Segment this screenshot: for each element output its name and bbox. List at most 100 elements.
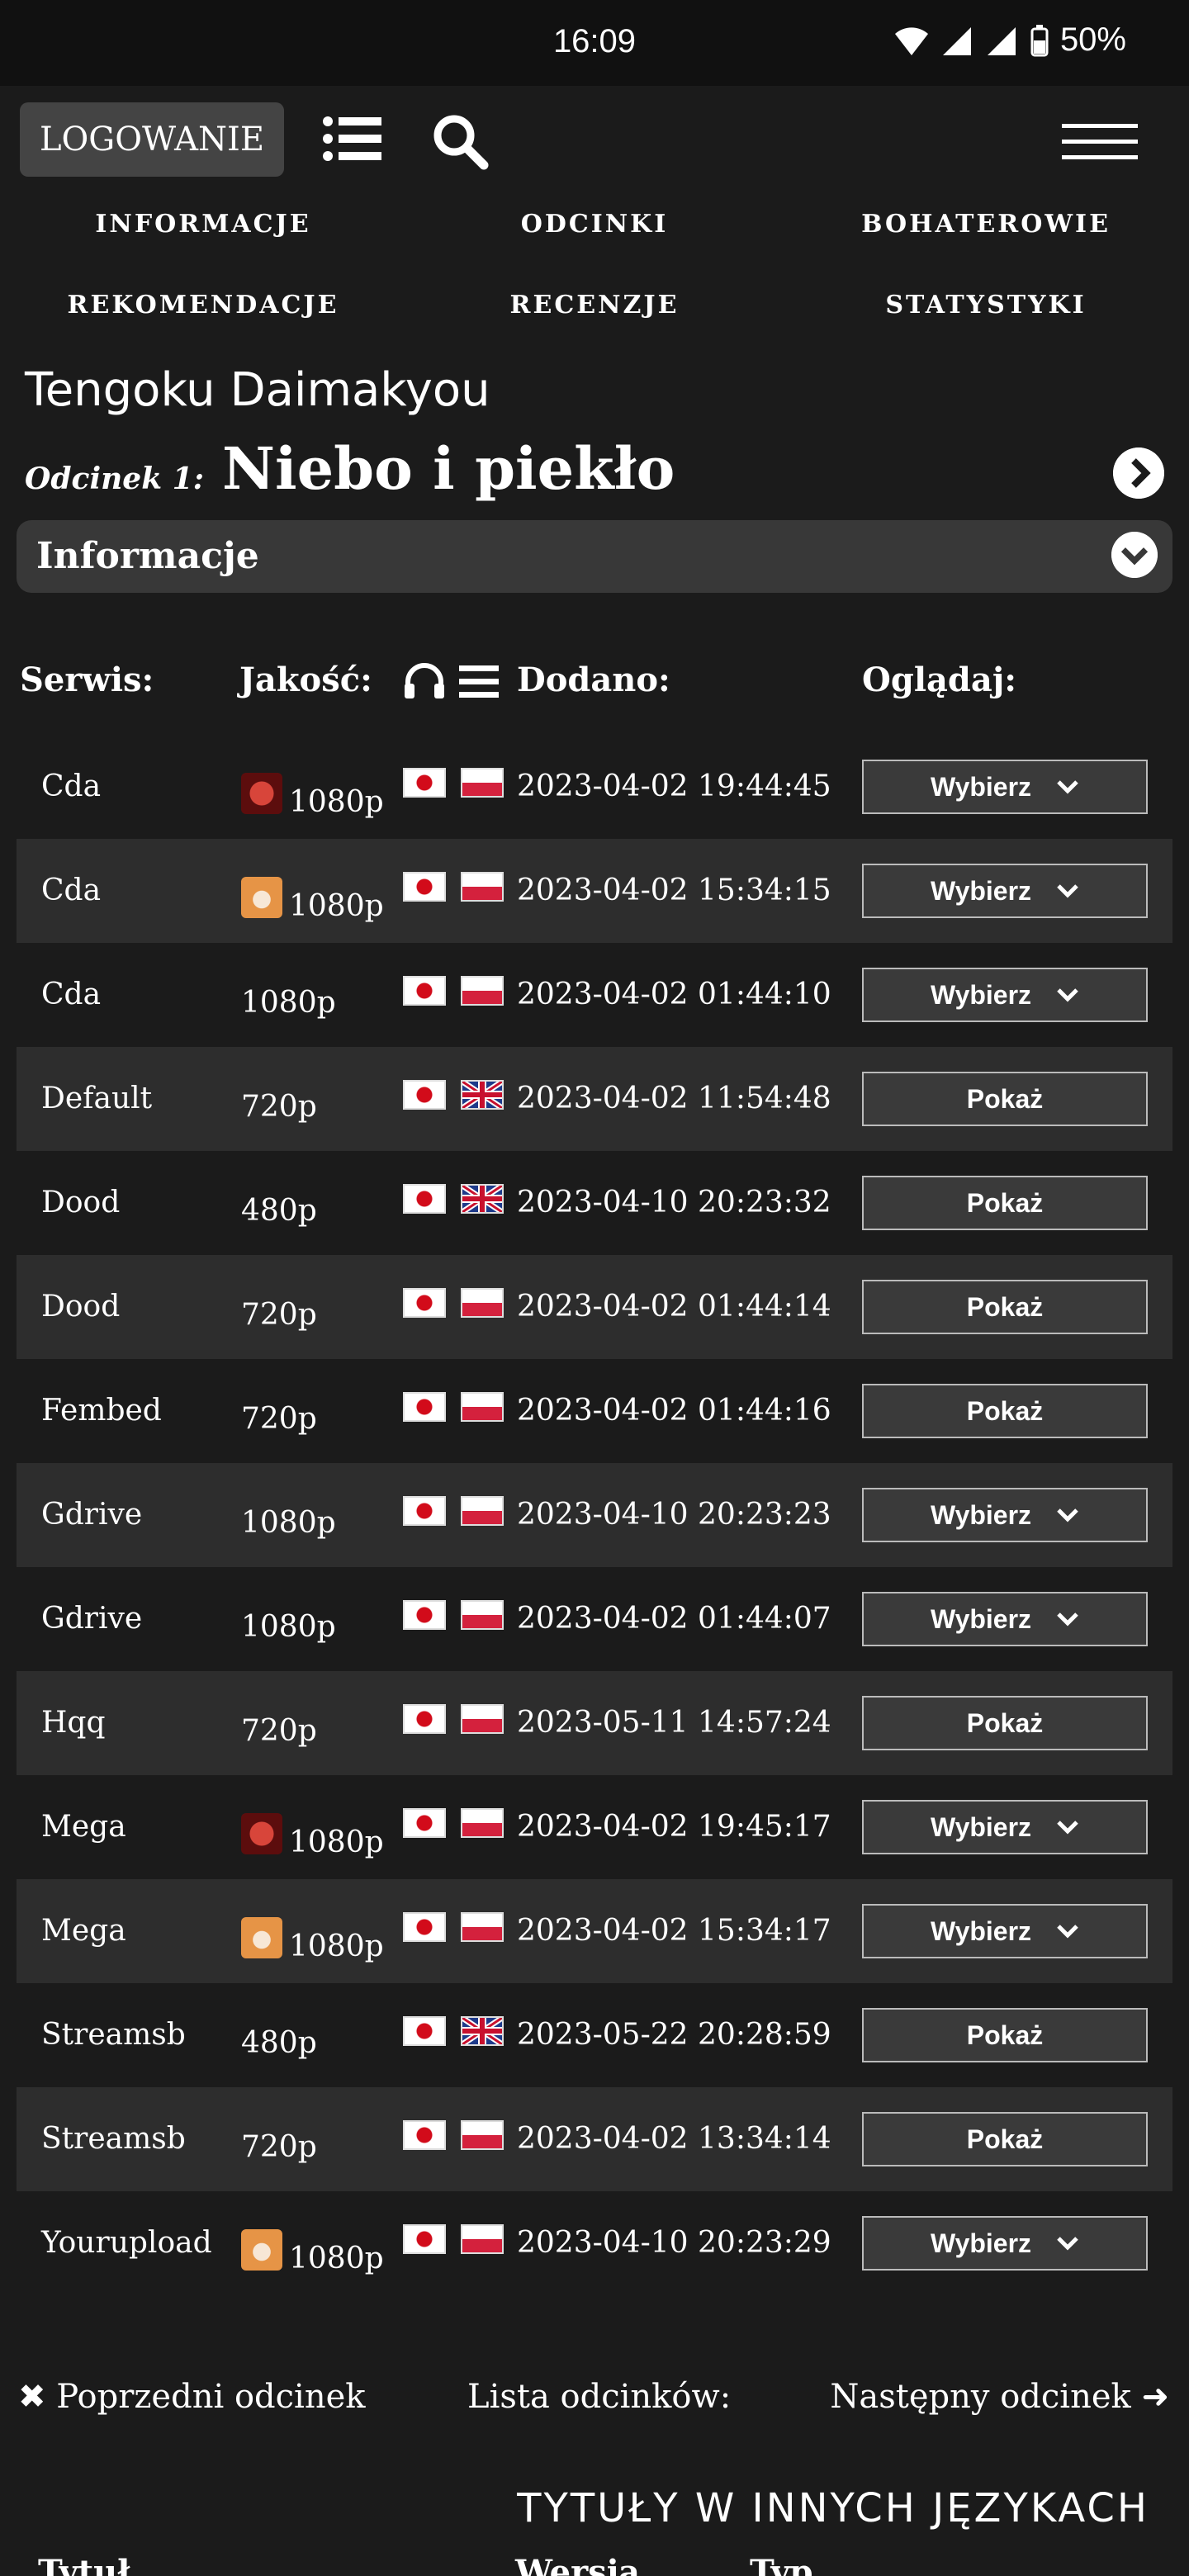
uk-flag-icon xyxy=(461,1080,504,1110)
added-date: 2023-04-02 11:54:48 xyxy=(517,1082,831,1115)
quality-value: 1080p xyxy=(289,2242,384,2275)
signal-icon xyxy=(942,26,971,55)
table-row: Dood 720p 2023-04-02 01:44:14 Pokaż xyxy=(17,1255,1172,1359)
column-version: Wersja xyxy=(515,2553,641,2576)
show-player-button[interactable]: Pokaż xyxy=(862,1176,1148,1230)
show-player-button[interactable]: Pokaż xyxy=(862,1280,1148,1334)
uk-flag-icon xyxy=(461,1184,504,1214)
quality-value: 1080p xyxy=(241,986,336,1020)
watch-button-label: Pokaż xyxy=(966,2020,1044,2050)
prev-episode-link[interactable]: ✖ Poprzedni odcinek xyxy=(18,2378,366,2416)
japan-flag-icon xyxy=(403,1704,446,1734)
poland-flag-icon xyxy=(461,768,504,798)
service-name: Hqq xyxy=(41,1706,106,1740)
watch-button-label: Pokaż xyxy=(966,1395,1044,1426)
show-player-button[interactable]: Pokaż xyxy=(862,2112,1148,2166)
poland-flag-icon xyxy=(461,1496,504,1526)
service-name: Cda xyxy=(41,769,102,803)
chevron-down-icon xyxy=(1057,1612,1078,1627)
arrow-right-icon: ➜ xyxy=(1141,2378,1169,2416)
episode-footer-nav: ✖ Poprzedni odcinek Lista odcinków: Nast… xyxy=(0,2378,1189,2427)
quality-value: 720p xyxy=(241,1714,317,1748)
quality-value: 720p xyxy=(241,1402,317,1436)
added-date: 2023-04-02 13:34:14 xyxy=(517,2122,831,2156)
anime-title[interactable]: Tengoku Daimakyou xyxy=(25,363,490,417)
chevron-down-icon[interactable] xyxy=(1111,532,1158,578)
service-name: Mega xyxy=(41,1914,126,1948)
added-date: 2023-04-02 01:44:10 xyxy=(517,978,831,1011)
nav-informacje[interactable]: INFORMACJE xyxy=(5,210,401,239)
added-date: 2023-04-02 01:44:16 xyxy=(517,1394,831,1428)
nav-bohaterowie[interactable]: BOHATEROWIE xyxy=(788,210,1184,239)
search-icon[interactable] xyxy=(431,112,489,170)
column-type: Typ xyxy=(750,2553,813,2576)
quality-value: 720p xyxy=(241,2130,317,2164)
chevron-down-icon xyxy=(1057,884,1078,898)
watch-button-label: Wybierz xyxy=(930,1811,1032,1842)
login-button[interactable]: LOGOWANIE xyxy=(20,102,284,177)
battery-percent: 50% xyxy=(1059,21,1126,58)
select-player-button[interactable]: Wybierz xyxy=(862,1904,1148,1958)
quality-value: 1080p xyxy=(289,889,384,923)
table-row: Cda 1080p 2023-04-02 19:44:45 Wybierz xyxy=(17,735,1172,839)
show-player-button[interactable]: Pokaż xyxy=(862,1072,1148,1126)
chevron-down-icon xyxy=(1057,780,1078,794)
select-player-button[interactable]: Wybierz xyxy=(862,760,1148,814)
quality-value: 720p xyxy=(241,1090,317,1124)
japan-flag-icon xyxy=(403,1080,446,1110)
next-episode-arrow-icon[interactable] xyxy=(1113,447,1164,499)
select-player-button[interactable]: Wybierz xyxy=(862,1592,1148,1646)
quality-cell: 720p xyxy=(241,1290,317,1332)
japan-flag-icon xyxy=(403,2016,446,2046)
column-title: Tytuł xyxy=(38,2553,130,2576)
show-player-button[interactable]: Pokaż xyxy=(862,1384,1148,1438)
quality-cell: 1080p xyxy=(241,1602,336,1644)
quality-value: 1080p xyxy=(241,1506,336,1540)
poland-flag-icon xyxy=(461,2224,504,2254)
hamburger-menu-icon[interactable] xyxy=(1062,122,1138,162)
chevron-down-icon xyxy=(1057,2237,1078,2251)
quality-cell: 720p xyxy=(241,2122,317,2164)
select-player-button[interactable]: Wybierz xyxy=(862,2216,1148,2271)
chevron-down-icon xyxy=(1057,1821,1078,1835)
japan-flag-icon xyxy=(403,976,446,1006)
table-row: Cda 1080p 2023-04-02 15:34:15 Wybierz xyxy=(17,839,1172,943)
quality-value: 1080p xyxy=(289,785,384,819)
table-row: Fembed 720p 2023-04-02 01:44:16 Pokaż xyxy=(17,1359,1172,1463)
quality-cell: 480p xyxy=(241,2018,317,2060)
poland-flag-icon xyxy=(461,1808,504,1838)
nav-statystyki[interactable]: STATYSTYKI xyxy=(788,291,1184,320)
added-date: 2023-04-10 20:23:23 xyxy=(517,1498,831,1532)
status-bar: 16:09 50% xyxy=(0,0,1189,86)
info-accordion[interactable]: Informacje xyxy=(17,520,1172,593)
list-icon[interactable] xyxy=(322,116,383,162)
table-row: Gdrive 1080p 2023-04-10 20:23:23 Wybierz xyxy=(17,1463,1172,1567)
show-player-button[interactable]: Pokaż xyxy=(862,2008,1148,2062)
nav-recenzje[interactable]: RECENZJE xyxy=(396,291,793,320)
japan-flag-icon xyxy=(403,1600,446,1630)
select-player-button[interactable]: Wybierz xyxy=(862,1800,1148,1854)
select-player-button[interactable]: Wybierz xyxy=(862,968,1148,1022)
episode-list-label[interactable]: Lista odcinków: xyxy=(467,2378,731,2416)
chevron-down-icon xyxy=(1057,1508,1078,1522)
quality-cell: 1080p xyxy=(241,769,384,819)
service-name: Cda xyxy=(41,978,102,1011)
japan-flag-icon xyxy=(403,872,446,902)
service-name: Gdrive xyxy=(41,1498,143,1532)
watch-button-label: Wybierz xyxy=(930,2228,1032,2258)
service-name: Default xyxy=(41,1082,153,1115)
japan-flag-icon xyxy=(403,1808,446,1838)
service-name: Dood xyxy=(41,1186,121,1219)
japan-flag-icon xyxy=(403,2120,446,2150)
quality-cell: 720p xyxy=(241,1706,317,1748)
japan-flag-icon xyxy=(403,1184,446,1214)
next-episode-link[interactable]: Następny odcinek ➜ xyxy=(830,2378,1169,2416)
select-player-button[interactable]: Wybierz xyxy=(862,1488,1148,1542)
show-player-button[interactable]: Pokaż xyxy=(862,1696,1148,1750)
other-titles-heading: TYTUŁY W INNYCH JĘZYKACH xyxy=(517,2485,1149,2531)
japan-flag-icon xyxy=(403,1496,446,1526)
chevron-down-icon xyxy=(1057,988,1078,1002)
select-player-button[interactable]: Wybierz xyxy=(862,864,1148,918)
nav-rekomendacje[interactable]: REKOMENDACJE xyxy=(5,291,401,320)
nav-odcinki[interactable]: ODCINKI xyxy=(396,210,793,239)
